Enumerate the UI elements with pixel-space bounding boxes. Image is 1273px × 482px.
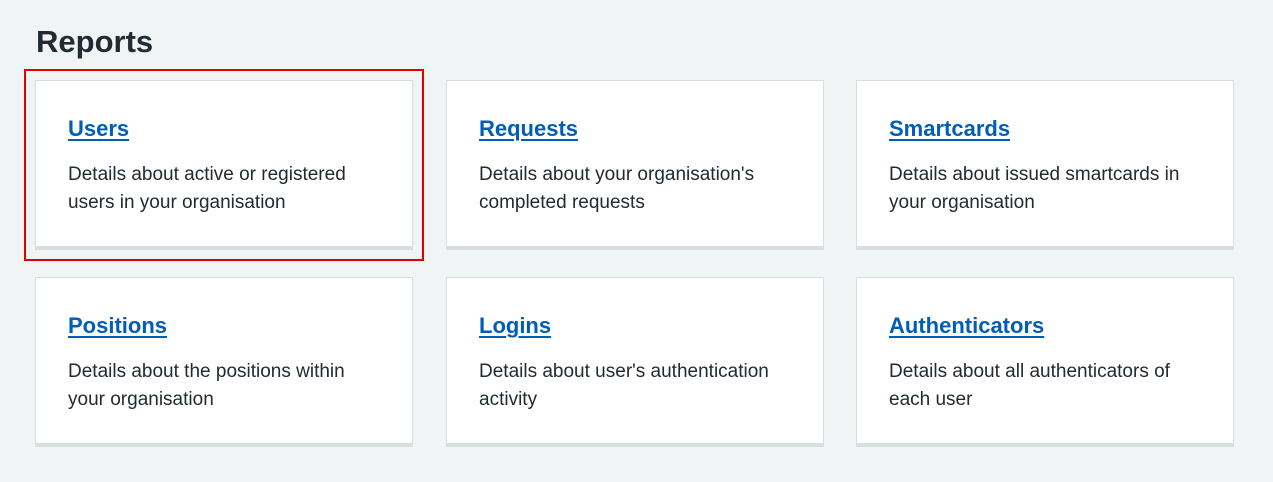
report-card-authenticators[interactable]: Authenticators Details about all authent… [856,277,1234,447]
requests-description: Details about your organisation's comple… [479,164,755,213]
report-card-users[interactable]: Users Details about active or registered… [24,69,424,261]
smartcards-description: Details about issued smartcards in your … [889,164,1180,213]
authenticators-description: Details about all authenticators of each… [889,361,1170,410]
users-link[interactable]: Users [68,115,129,143]
requests-link[interactable]: Requests [479,115,578,143]
report-card-logins[interactable]: Logins Details about user's authenticati… [446,277,824,447]
smartcards-link[interactable]: Smartcards [889,115,1010,143]
positions-link[interactable]: Positions [68,312,167,340]
users-description: Details about active or registered users… [68,164,346,213]
positions-description: Details about the positions within your … [68,361,345,410]
logins-link[interactable]: Logins [479,312,551,340]
report-card-positions[interactable]: Positions Details about the positions wi… [35,277,413,447]
page-title: Reports [36,24,154,59]
report-card-smartcards[interactable]: Smartcards Details about issued smartcar… [856,80,1234,250]
logins-description: Details about user's authentication acti… [479,361,769,410]
report-card-requests[interactable]: Requests Details about your organisation… [446,80,824,250]
authenticators-link[interactable]: Authenticators [889,312,1044,340]
